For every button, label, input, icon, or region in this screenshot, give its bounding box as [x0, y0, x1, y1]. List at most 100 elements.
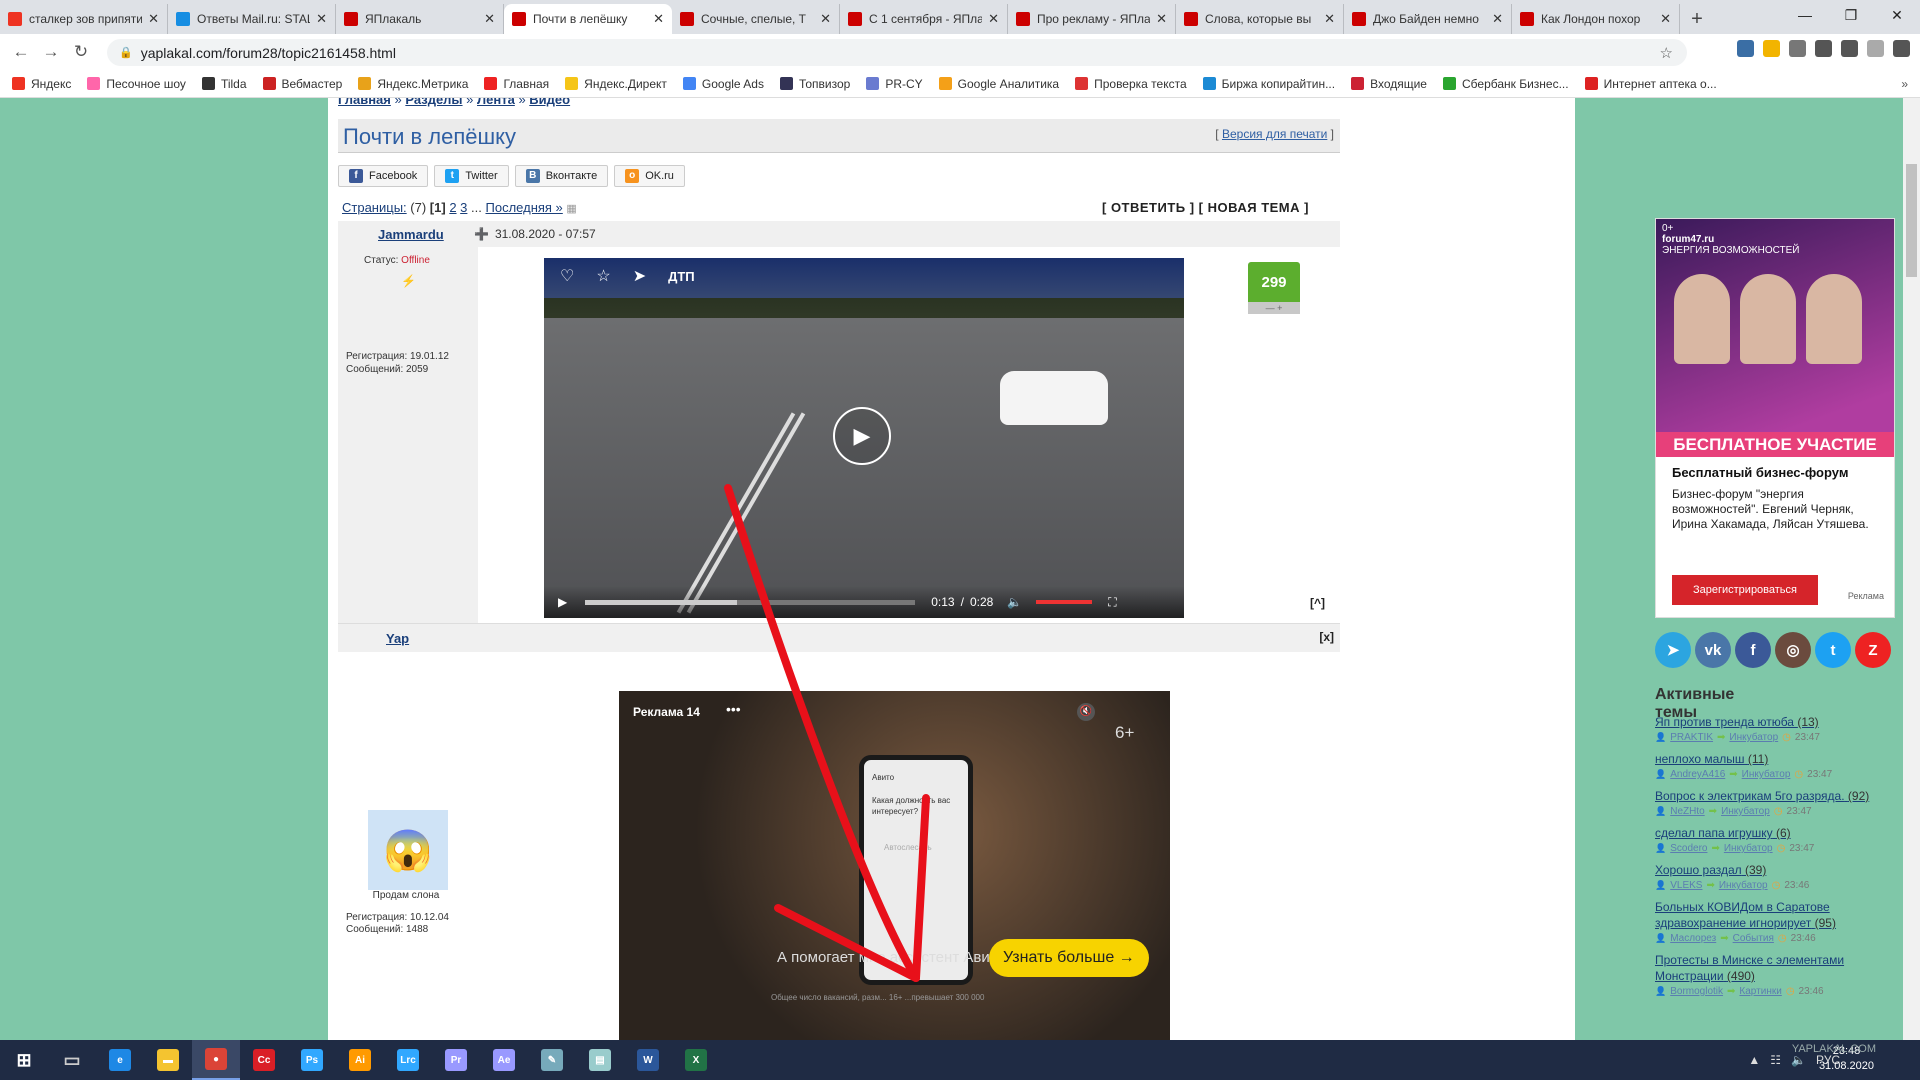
network-icon[interactable]: ☷	[1770, 1053, 1781, 1067]
topic-title[interactable]: Больных КОВИДом в Саратове здравохранени…	[1655, 900, 1830, 930]
taskbar-app[interactable]: Ps	[288, 1040, 336, 1080]
topic-title[interactable]: сделал папа игрушку	[1655, 826, 1773, 840]
register-button[interactable]: Зарегистрироваться	[1672, 575, 1818, 605]
menu-icon[interactable]	[1893, 40, 1910, 57]
bookmark-item[interactable]: Главная	[484, 77, 549, 91]
url-text[interactable]: yaplakal.com/forum28/topic2161458.html	[141, 45, 396, 61]
sidebar-ad[interactable]: 0+ forum47.ru ЭНЕРГИЯ ВОЗМОЖНОСТЕЙ БЕСПЛ…	[1655, 218, 1895, 618]
topic-forum[interactable]: Инкубатор	[1729, 732, 1778, 743]
topic-author[interactable]: NeZHto	[1670, 806, 1704, 817]
bookmarks-more-button[interactable]: »	[1901, 77, 1908, 91]
bookmark-item[interactable]: Яндекс.Директ	[565, 77, 667, 91]
video-ad[interactable]: Реклама 14 ••• 🔇 6+ Авито Какая должност…	[619, 691, 1170, 1040]
browser-tab[interactable]: Как Лондон похор ✕	[1512, 4, 1680, 34]
new-tab-button[interactable]: +	[1680, 4, 1714, 34]
post-author[interactable]: Jammardu	[378, 227, 444, 242]
browser-tab[interactable]: сталкер зов припяти ✕	[0, 4, 168, 34]
video-progress-bar[interactable]	[585, 599, 916, 605]
taskbar-app[interactable]: Ai	[336, 1040, 384, 1080]
topic-forum[interactable]: Инкубатор	[1724, 843, 1773, 854]
topic-forum[interactable]: Инкубатор	[1721, 806, 1770, 817]
topic-title[interactable]: Яп против тренда ютюба	[1655, 715, 1794, 729]
rating-vote-buttons[interactable]: — +	[1248, 302, 1300, 314]
play-button[interactable]: ▶	[833, 407, 891, 465]
twitter-icon[interactable]: t	[1815, 632, 1851, 668]
bookmark-item[interactable]: Яндекс	[12, 77, 71, 91]
bookmark-star-icon[interactable]: ☆	[1660, 44, 1673, 62]
bookmark-item[interactable]: Tilda	[201, 77, 247, 91]
breadcrumb-home[interactable]: Главная	[338, 98, 391, 107]
bookmark-item[interactable]: Топвизор	[779, 77, 850, 91]
tab-close-icon[interactable]: ✕	[1492, 11, 1503, 27]
close-icon[interactable]: ✕	[1874, 0, 1920, 30]
topic-title[interactable]: Хорошо раздал	[1655, 863, 1742, 877]
post-author[interactable]: Yap	[386, 631, 409, 646]
back-icon[interactable]: ←	[6, 37, 36, 67]
page-jump-icon[interactable]: ▦	[566, 203, 576, 215]
topic-author[interactable]: Bormoglotik	[1670, 986, 1723, 997]
topic-author[interactable]: VLEKS	[1670, 880, 1702, 891]
taskbar-app[interactable]: X	[672, 1040, 720, 1080]
browser-tab[interactable]: Почти в лепёшку ✕	[504, 4, 672, 34]
bookmark-item[interactable]: Google Аналитика	[938, 77, 1059, 91]
volume-slider[interactable]	[1036, 600, 1093, 604]
browser-tab[interactable]: Слова, которые вы ✕	[1176, 4, 1344, 34]
reload-icon[interactable]: ↻	[66, 37, 96, 67]
share-button[interactable]: f Facebook	[338, 165, 429, 187]
volume-tray-icon[interactable]: 🔈	[1791, 1053, 1806, 1067]
video-player[interactable]: ♡ ☆ ➤ ДТП ▶ ▶ 0:13 / 0:28 🔈 ⛶	[544, 258, 1184, 618]
tab-close-icon[interactable]: ✕	[1156, 11, 1167, 27]
topic-forum[interactable]: Инкубатор	[1719, 880, 1768, 891]
browser-tab[interactable]: Ответы Mail.ru: STALKER ✕	[168, 4, 336, 34]
browser-tab[interactable]: Про рекламу - ЯПлакаль ✕	[1008, 4, 1176, 34]
browser-tab[interactable]: Джо Байден немно ✕	[1344, 4, 1512, 34]
omnibox[interactable]: 🔒 yaplakal.com/forum28/topic2161458.html…	[107, 39, 1687, 66]
topic-author[interactable]: PRAKTIK	[1670, 732, 1713, 743]
scrollbar-thumb[interactable]	[1906, 164, 1917, 277]
active-topic-title[interactable]: Вопрос к электрикам 5го разряда. (92)	[1655, 788, 1895, 804]
lock-icon[interactable]: 🔒	[119, 46, 133, 59]
bookmark-item[interactable]: Google Ads	[682, 77, 764, 91]
facebook-icon[interactable]: f	[1735, 632, 1771, 668]
topic-forum[interactable]: Картинки	[1739, 986, 1781, 997]
bookmark-item[interactable]: Сбербанк Бизнес...	[1442, 77, 1569, 91]
bookmark-item[interactable]: Яндекс.Метрика	[358, 77, 468, 91]
extension-icon[interactable]	[1737, 40, 1754, 57]
taskbar-app[interactable]: Pr	[432, 1040, 480, 1080]
share-icon[interactable]: ➤	[633, 266, 646, 286]
scroll-top-button[interactable]: [^]	[1310, 596, 1325, 610]
topic-title[interactable]: Вопрос к электрикам 5го разряда.	[1655, 789, 1845, 803]
breadcrumb-sections[interactable]: Разделы	[405, 98, 462, 107]
active-topic-title[interactable]: Больных КОВИДом в Саратове здравохранени…	[1655, 899, 1895, 931]
page-link-2[interactable]: 2	[449, 200, 456, 215]
tab-close-icon[interactable]: ✕	[316, 11, 327, 27]
taskbar-app[interactable]: ▤	[576, 1040, 624, 1080]
forward-icon[interactable]: →	[36, 37, 66, 67]
tab-close-icon[interactable]: ✕	[988, 11, 999, 27]
active-topic-title[interactable]: Хорошо раздал (39)	[1655, 862, 1895, 878]
topic-forum[interactable]: Инкубатор	[1742, 769, 1791, 780]
tray-icon[interactable]: ▲	[1748, 1053, 1760, 1067]
heart-icon[interactable]: ♡	[560, 266, 574, 286]
taskbar-app[interactable]: e	[96, 1040, 144, 1080]
topic-author[interactable]: AndreyA416	[1670, 769, 1725, 780]
bookmark-item[interactable]: Интернет аптека о...	[1584, 77, 1717, 91]
maximize-icon[interactable]: ❐	[1828, 0, 1874, 30]
taskbar-app[interactable]: Ae	[480, 1040, 528, 1080]
bookmark-item[interactable]: PR-CY	[866, 77, 923, 91]
share-button[interactable]: t Twitter	[434, 165, 509, 187]
tab-close-icon[interactable]: ✕	[820, 11, 831, 27]
taskbar-app[interactable]: ●	[192, 1040, 240, 1080]
bookmark-item[interactable]: Песочное шоу	[87, 77, 186, 91]
tab-close-icon[interactable]: ✕	[484, 11, 495, 27]
active-topic-title[interactable]: неплохо малыш (11)	[1655, 751, 1895, 767]
learn-more-button[interactable]: Узнать больше →	[989, 939, 1149, 977]
close-ad-button[interactable]: [x]	[1319, 630, 1334, 644]
taskbar-app[interactable]: ✎	[528, 1040, 576, 1080]
tab-close-icon[interactable]: ✕	[1660, 11, 1671, 27]
tab-close-icon[interactable]: ✕	[148, 11, 159, 27]
telegram-icon[interactable]: ➤	[1655, 632, 1691, 668]
taskbar-app[interactable]: Lrc	[384, 1040, 432, 1080]
zen-icon[interactable]: Z	[1855, 632, 1891, 668]
more-options-icon[interactable]: •••	[726, 701, 741, 717]
